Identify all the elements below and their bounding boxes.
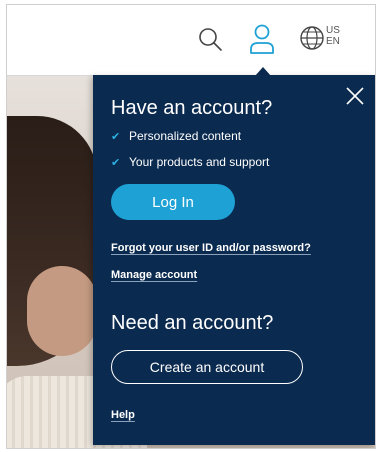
- help-link[interactable]: Help: [111, 408, 135, 422]
- browser-viewport: US EN Have an account? ✔ Personalized con…: [6, 4, 376, 449]
- checkmark-icon: ✔: [111, 131, 121, 143]
- account-dropdown-panel: Have an account? ✔ Personalized content ✔…: [93, 75, 375, 445]
- login-button[interactable]: Log In: [111, 184, 235, 220]
- globe-icon[interactable]: [298, 24, 326, 52]
- benefit-label: Personalized content: [129, 129, 242, 143]
- forgot-credentials-link[interactable]: Forgot your user ID and/or password?: [111, 241, 311, 255]
- benefit-item: ✔ Your products and support: [111, 155, 269, 170]
- hero-face-shape: [27, 266, 97, 356]
- checkmark-icon: ✔: [111, 157, 121, 169]
- need-account-heading: Need an account?: [111, 312, 274, 334]
- search-icon[interactable]: [195, 24, 225, 54]
- locale-country: US: [326, 25, 340, 36]
- benefit-item: ✔ Personalized content: [111, 129, 241, 144]
- benefit-label: Your products and support: [129, 155, 270, 169]
- close-icon[interactable]: [344, 85, 366, 107]
- user-icon[interactable]: [247, 22, 277, 56]
- create-account-button[interactable]: Create an account: [111, 350, 303, 384]
- site-header: US EN: [7, 5, 375, 76]
- manage-account-link[interactable]: Manage account: [111, 268, 197, 282]
- locale-selector[interactable]: US EN: [326, 25, 350, 47]
- have-account-heading: Have an account?: [111, 97, 273, 119]
- locale-language: EN: [326, 36, 340, 47]
